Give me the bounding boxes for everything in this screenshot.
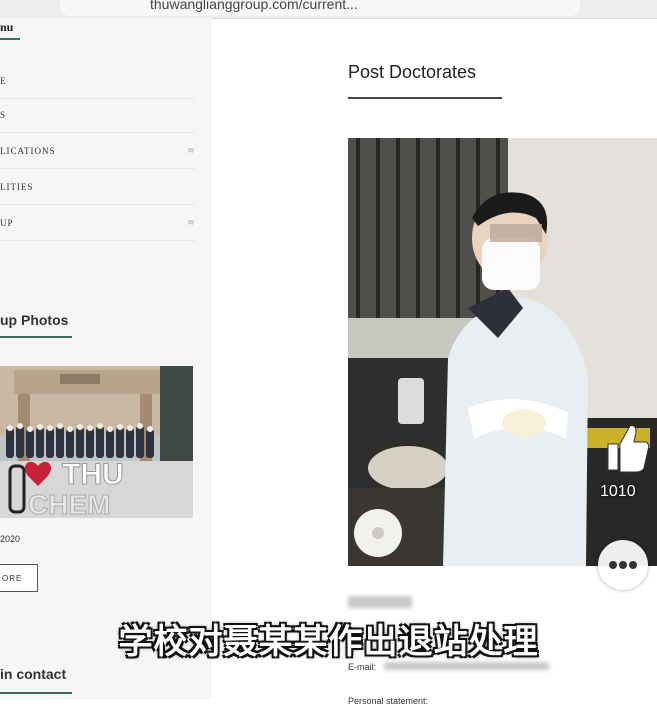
address-bar[interactable]: thuwanglianggroup.com/current... bbox=[60, 0, 580, 16]
svg-text:THU: THU bbox=[62, 458, 124, 491]
sidebar-heading-underline bbox=[0, 38, 20, 40]
chevron-down-icon: ≈ bbox=[187, 145, 195, 157]
like-count: 1010 bbox=[600, 483, 636, 500]
more-icon[interactable] bbox=[598, 540, 648, 590]
group-photo[interactable]: THU CHEM bbox=[0, 366, 193, 518]
sidebar-item-label: S bbox=[0, 110, 7, 120]
title-underline bbox=[348, 97, 502, 99]
group-photos-title: up Photos bbox=[0, 312, 69, 328]
name-blur bbox=[348, 596, 412, 608]
sidebar-item-facilities[interactable]: LITIES bbox=[0, 170, 195, 205]
share-icon[interactable] bbox=[600, 658, 640, 703]
sidebar-item-home[interactable]: E bbox=[0, 64, 195, 99]
email-blur bbox=[384, 662, 549, 670]
sidebar-item-label: LITIES bbox=[0, 182, 34, 192]
sidebar-item-group[interactable]: UP ≈ bbox=[0, 206, 195, 241]
sidebar-item-publications[interactable]: LICATIONS ≈ bbox=[0, 134, 195, 169]
sidebar-heading: nu bbox=[0, 20, 14, 34]
sidebar: nu E S LICATIONS ≈ LITIES UP ≈ up Photos bbox=[0, 18, 212, 700]
contact-underline bbox=[0, 692, 72, 694]
more-button[interactable]: ORE bbox=[0, 564, 38, 592]
sidebar-item-label: E bbox=[0, 76, 7, 86]
main-content: Post Doctorates E-mail: Personal stateme… bbox=[212, 18, 657, 706]
video-subtitle: 学校对聂某某作出退站处理 bbox=[118, 622, 539, 662]
chevron-down-icon: ≈ bbox=[187, 217, 195, 229]
sidebar-item-label: UP bbox=[0, 218, 14, 228]
svg-text:CHEM: CHEM bbox=[28, 489, 110, 518]
photo-date: 2020 bbox=[0, 534, 21, 544]
sidebar-item-label: LICATIONS bbox=[0, 146, 56, 156]
thumbs-up-icon[interactable] bbox=[604, 420, 652, 481]
sidebar-item-news[interactable]: S bbox=[0, 98, 195, 133]
group-photos-underline bbox=[0, 336, 72, 338]
browser-bar: thuwanglianggroup.com/current... bbox=[0, 0, 657, 19]
email-label: E-mail: bbox=[348, 662, 377, 672]
statement-label: Personal statement: bbox=[348, 696, 429, 706]
profile-photo bbox=[348, 138, 657, 566]
page-title: Post Doctorates bbox=[348, 62, 477, 82]
contact-title: in contact bbox=[0, 666, 67, 682]
